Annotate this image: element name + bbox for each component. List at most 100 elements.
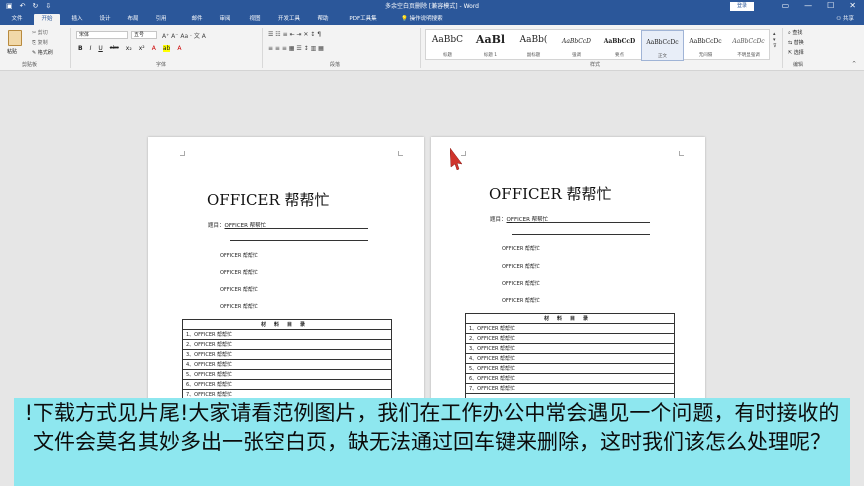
tab-pdf-tools[interactable]: PDF工具集 bbox=[340, 14, 386, 25]
list-buttons[interactable]: ☰ ☷ ≡ ⇤ ⇥ ✕ ↕ ¶ bbox=[268, 31, 321, 38]
collapse-ribbon-icon[interactable]: ^ bbox=[852, 61, 856, 67]
font-size-select[interactable]: 五号 bbox=[131, 31, 157, 39]
body-line: OFFICER 帮帮忙 bbox=[502, 298, 540, 304]
font-size-buttons[interactable]: A⁺ A⁻ Aa · 文 A bbox=[162, 31, 206, 40]
group-divider bbox=[70, 28, 71, 68]
tab-references[interactable]: 引用 bbox=[150, 14, 172, 25]
tab-file[interactable]: 文件 bbox=[6, 14, 28, 25]
group-label-paragraph: 段落 bbox=[330, 62, 341, 68]
tab-review[interactable]: 审阅 bbox=[214, 14, 236, 25]
tab-insert[interactable]: 插入 bbox=[66, 14, 88, 25]
body-line: OFFICER 帮帮忙 bbox=[502, 246, 540, 252]
italic-button[interactable]: I bbox=[90, 45, 92, 52]
tab-view[interactable]: 视图 bbox=[244, 14, 266, 25]
tab-layout[interactable]: 布局 bbox=[122, 14, 144, 25]
subscript-button[interactable]: x₂ bbox=[126, 45, 132, 52]
group-divider bbox=[262, 28, 263, 68]
table-header: 材料目录 bbox=[466, 314, 674, 324]
underline-button[interactable]: U bbox=[98, 45, 102, 52]
body-line: OFFICER 帮帮忙 bbox=[220, 270, 258, 276]
share-button[interactable]: ⚇ 共享 bbox=[836, 14, 854, 25]
format-painter-button[interactable]: ✎ 格式刷 bbox=[32, 49, 53, 56]
document-page-1[interactable]: OFFICER 帮帮忙 题目：OFFICER 帮帮忙 OFFICER 帮帮忙 O… bbox=[148, 137, 424, 407]
margin-corner-mark bbox=[180, 151, 185, 156]
body-line: OFFICER 帮帮忙 bbox=[220, 253, 258, 259]
materials-table: 材料目录 1、OFFICER 帮帮忙 2、OFFICER 帮帮忙 3、OFFIC… bbox=[465, 313, 675, 407]
body-line: OFFICER 帮帮忙 bbox=[220, 304, 258, 310]
document-heading: OFFICER 帮帮忙 bbox=[489, 185, 612, 203]
minimize-icon[interactable]: — bbox=[804, 1, 812, 11]
topic-underline bbox=[512, 222, 650, 223]
search-icon: ⌕ bbox=[788, 30, 791, 36]
ribbon-tabs: 文件 开始 插入 设计 布局 引用 邮件 审阅 视图 开发工具 帮助 PDF工具… bbox=[0, 13, 864, 25]
replace-button[interactable]: ⇆ 替换 bbox=[788, 39, 804, 46]
caption-text: !下载方式见片尾!大家请看范例图片，我们在工作办公中常会遇见一个问题，有时接收的… bbox=[24, 401, 840, 454]
text-effects-icon[interactable]: A bbox=[152, 45, 156, 52]
window-controls: ▭ — ☐ ✕ bbox=[782, 1, 856, 11]
login-button[interactable]: 登录 bbox=[730, 2, 754, 11]
person-icon: ⚇ bbox=[836, 16, 842, 22]
table-row: 4、OFFICER 帮帮忙 bbox=[183, 360, 391, 370]
bold-button[interactable]: B bbox=[78, 45, 83, 52]
cut-button[interactable]: ✂ 剪切 bbox=[32, 29, 48, 36]
subtitle-caption: !下载方式见片尾!大家请看范例图片，我们在工作办公中常会遇见一个问题，有时接收的… bbox=[14, 398, 850, 486]
style-strong[interactable]: AaBbCcD 要点 bbox=[598, 30, 641, 61]
styles-scroll-icon[interactable]: ▴ ▾ ⊽ bbox=[773, 31, 777, 49]
body-line: OFFICER 帮帮忙 bbox=[502, 264, 540, 270]
materials-table: 材料目录 1、OFFICER 帮帮忙 2、OFFICER 帮帮忙 3、OFFIC… bbox=[182, 319, 392, 407]
font-format-buttons: B I U abc x₂ x² A ab A bbox=[78, 45, 181, 52]
tell-me-search[interactable]: 💡 操作说明搜索 bbox=[401, 14, 443, 25]
style-subtle-emphasis[interactable]: AaBbCcDc 不明显强调 bbox=[727, 30, 770, 61]
paste-icon[interactable] bbox=[8, 30, 22, 46]
ribbon-display-icon[interactable]: ▭ bbox=[782, 1, 790, 11]
group-label-font: 字体 bbox=[156, 62, 167, 68]
font-color-icon[interactable]: A bbox=[177, 45, 181, 52]
body-line: OFFICER 帮帮忙 bbox=[220, 287, 258, 293]
find-button[interactable]: ⌕ 查找 bbox=[788, 29, 802, 36]
table-row: 6、OFFICER 帮帮忙 bbox=[183, 380, 391, 390]
ribbon-home: 粘贴 ✂ 剪切 ⎘ 复制 ✎ 格式刷 剪贴板 宋体 五号 A⁺ A⁻ Aa · … bbox=[0, 25, 864, 71]
style-heading-1[interactable]: AaBl 标题 1 bbox=[469, 30, 512, 61]
tab-design[interactable]: 设计 bbox=[94, 14, 116, 25]
style-title[interactable]: AaBbC 标题 bbox=[426, 30, 469, 61]
group-divider bbox=[782, 28, 783, 68]
group-divider bbox=[420, 28, 421, 68]
table-row: 4、OFFICER 帮帮忙 bbox=[466, 354, 674, 364]
document-page-2[interactable]: OFFICER 帮帮忙 题目：OFFICER 帮帮忙 OFFICER 帮帮忙 O… bbox=[431, 137, 705, 407]
tab-help[interactable]: 帮助 bbox=[312, 14, 334, 25]
copy-button[interactable]: ⎘ 复制 bbox=[32, 39, 48, 46]
topic-underline bbox=[230, 228, 368, 229]
table-row: 1、OFFICER 帮帮忙 bbox=[466, 324, 674, 334]
title-bar: ▣ ↶ ↻ ⇩ 多余空白页删除 [兼容模式] - Word 登录 ▭ — ☐ ✕ bbox=[0, 0, 864, 13]
table-row: 2、OFFICER 帮帮忙 bbox=[466, 334, 674, 344]
align-buttons[interactable]: ≡ ≡ ≡ ▦ ☰ ↕ ▥ ▦ bbox=[268, 45, 324, 52]
table-row: 6、OFFICER 帮帮忙 bbox=[466, 374, 674, 384]
body-line: OFFICER 帮帮忙 bbox=[502, 281, 540, 287]
replace-icon: ⇆ bbox=[788, 40, 793, 46]
style-subtitle[interactable]: AaBb( 副标题 bbox=[512, 30, 555, 61]
tab-mailings[interactable]: 邮件 bbox=[186, 14, 208, 25]
highlight-icon[interactable]: ab bbox=[162, 45, 171, 52]
strikethrough-button[interactable]: abc bbox=[110, 45, 119, 52]
font-name-select[interactable]: 宋体 bbox=[76, 31, 128, 39]
tab-developer[interactable]: 开发工具 bbox=[272, 14, 306, 25]
select-button[interactable]: ⇱ 选择 bbox=[788, 49, 804, 56]
group-label-styles: 样式 bbox=[590, 62, 601, 68]
table-row: 5、OFFICER 帮帮忙 bbox=[183, 370, 391, 380]
maximize-icon[interactable]: ☐ bbox=[827, 1, 834, 11]
styles-gallery: AaBbC 标题 AaBl 标题 1 AaBb( 副标题 AaBbCcD 强调 … bbox=[425, 29, 770, 61]
blank-underline bbox=[512, 234, 650, 235]
paste-button-label[interactable]: 粘贴 bbox=[7, 48, 17, 55]
blank-underline bbox=[230, 240, 368, 241]
superscript-button[interactable]: x² bbox=[139, 45, 145, 52]
lightbulb-icon: 💡 bbox=[401, 16, 408, 22]
group-label-clipboard: 剪贴板 bbox=[22, 62, 38, 68]
style-normal[interactable]: AaBbCcDc 正文 bbox=[641, 30, 684, 61]
table-row: 5、OFFICER 帮帮忙 bbox=[466, 364, 674, 374]
table-header: 材料目录 bbox=[183, 320, 391, 330]
style-no-spacing[interactable]: AaBbCcDc 无间隔 bbox=[684, 30, 727, 61]
style-emphasis[interactable]: AaBbCcD 强调 bbox=[555, 30, 598, 61]
close-icon[interactable]: ✕ bbox=[849, 1, 856, 11]
tab-home[interactable]: 开始 bbox=[34, 14, 60, 25]
pointer-cursor-icon bbox=[450, 148, 462, 170]
